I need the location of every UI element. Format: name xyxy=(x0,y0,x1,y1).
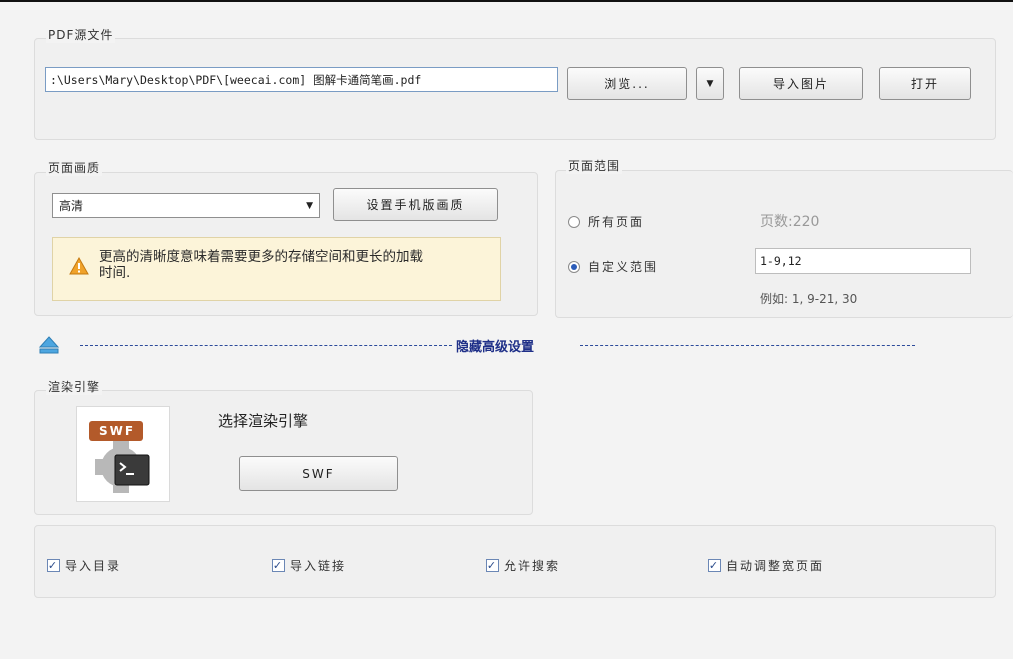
divider-left xyxy=(80,345,452,346)
select-render-engine-label: 选择渲染引擎 xyxy=(218,412,309,430)
radio-all-pages[interactable]: 所有页面 xyxy=(568,213,644,230)
browse-button[interactable]: 浏览... xyxy=(567,67,687,100)
swf-engine-button[interactable]: SWF xyxy=(239,456,398,491)
swf-engine-icon: SWF xyxy=(76,406,170,502)
import-images-button[interactable]: 导入图片 xyxy=(739,67,863,100)
top-border xyxy=(0,0,1013,2)
quality-select[interactable]: 高清 ▼ xyxy=(52,193,320,218)
divider-right xyxy=(580,345,915,346)
pdf-path-input[interactable]: :\Users\Mary\Desktop\PDF\[weecai.com] 图解… xyxy=(45,67,558,92)
quality-warning-text: 更高的清晰度意味着需要更多的存储空间和更长的加载时间. xyxy=(99,249,423,281)
chevron-down-icon: ▼ xyxy=(706,78,714,89)
radio-all-pages-dot xyxy=(568,215,580,228)
mobile-quality-button[interactable]: 设置手机版画质 xyxy=(333,188,498,221)
quality-warning-box: 更高的清晰度意味着需要更多的存储空间和更长的加载时间. xyxy=(52,237,501,301)
checkbox-import-toc-label: 导入目录 xyxy=(65,559,122,573)
radio-custom-range[interactable]: 自定义范围 xyxy=(568,258,658,275)
page-count: 页数:220 xyxy=(760,214,820,230)
browse-dropdown-button[interactable]: ▼ xyxy=(696,67,724,100)
radio-all-pages-label: 所有页面 xyxy=(588,215,645,229)
chevron-down-icon: ▼ xyxy=(306,200,313,211)
checkbox-allow-search-box: ✓ xyxy=(486,559,499,572)
checkbox-import-toc[interactable]: ✓ 导入目录 xyxy=(47,557,121,574)
warning-icon xyxy=(69,256,89,278)
swf-badge-text: SWF xyxy=(98,424,136,438)
open-button[interactable]: 打开 xyxy=(879,67,971,100)
checkbox-auto-adjust-wide-box: ✓ xyxy=(708,559,721,572)
render-engine-label: 渲染引擎 xyxy=(46,378,103,395)
pdf-source-label: PDF源文件 xyxy=(46,26,116,43)
checkbox-allow-search[interactable]: ✓ 允许搜索 xyxy=(486,557,560,574)
radio-custom-range-label: 自定义范围 xyxy=(588,260,659,274)
checkbox-auto-adjust-wide-label: 自动调整宽页面 xyxy=(726,559,825,573)
checkbox-import-links[interactable]: ✓ 导入链接 xyxy=(272,557,346,574)
quality-select-value: 高清 xyxy=(59,199,84,213)
custom-range-input[interactable]: 1-9,12 xyxy=(755,248,971,274)
checkbox-import-links-box: ✓ xyxy=(272,559,285,572)
page-quality-label: 页面画质 xyxy=(46,159,103,176)
checkbox-import-toc-box: ✓ xyxy=(47,559,60,572)
checkbox-allow-search-label: 允许搜索 xyxy=(504,559,561,573)
radio-custom-range-dot xyxy=(568,260,580,273)
eject-icon[interactable] xyxy=(38,335,60,358)
range-example: 例如: 1, 9-21, 30 xyxy=(760,292,858,306)
page-range-label: 页面范围 xyxy=(566,157,623,174)
hide-advanced-toggle[interactable]: 隐藏高级设置 xyxy=(456,336,534,355)
checkbox-auto-adjust-wide[interactable]: ✓ 自动调整宽页面 xyxy=(708,557,824,574)
checkbox-import-links-label: 导入链接 xyxy=(290,559,347,573)
